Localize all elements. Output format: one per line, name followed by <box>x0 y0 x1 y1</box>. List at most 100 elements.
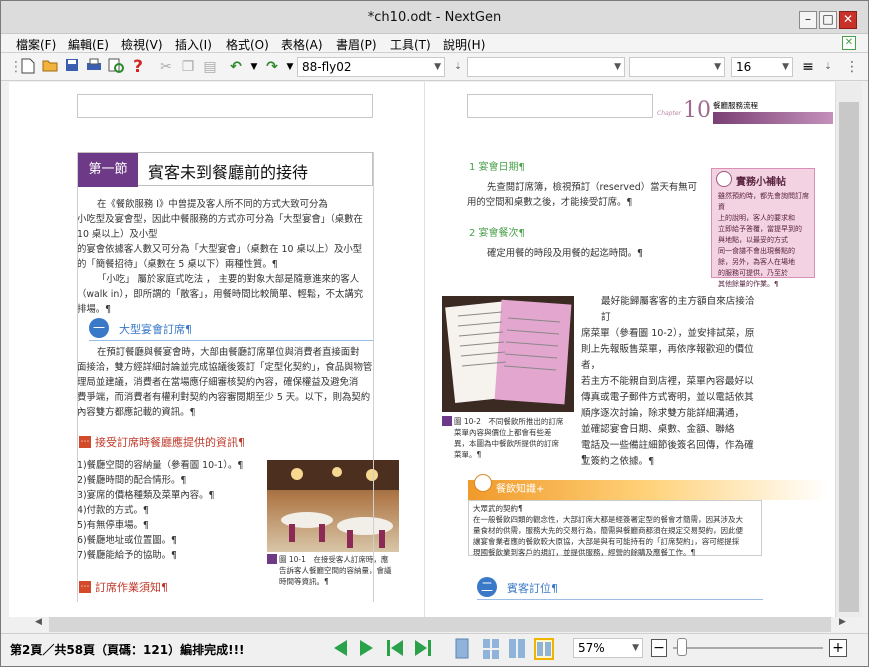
horizontal-scrollbar[interactable] <box>49 617 831 632</box>
menu-paragraph[interactable]: 最好能歸屬客客的主方額自來店接洽訂 席菜單（參看圖 10-2），並安排試菜，原 … <box>581 294 763 470</box>
zoom-value: 57% <box>578 641 605 655</box>
undo-icon[interactable]: ↶ <box>227 58 245 76</box>
figure-caption-10-2[interactable]: 圖 10-2 不同餐飲所推出的訂席 菜單內容與價位上都會有些差 異，本圖為中餐飲… <box>454 416 576 460</box>
menu-tools[interactable]: 工具(T) <box>390 36 431 53</box>
align-dropdown-icon[interactable]: ⇣ <box>819 58 837 76</box>
zoom-select[interactable]: 57% ▼ <box>573 638 643 658</box>
paragraph-mark: ¶ <box>581 454 587 465</box>
font-size-value: 16 <box>736 60 752 74</box>
text-line: 順序逐次討論，除求雙方能詳細溝通， <box>581 408 745 419</box>
close-document-button[interactable]: ✕ <box>842 36 856 50</box>
cut-icon[interactable]: ✂ <box>157 58 175 76</box>
sub-number-badge: 二 <box>477 577 497 597</box>
prev-page-icon[interactable] <box>331 638 351 660</box>
paragraph-style-select[interactable]: 88-fly02 ▼ <box>297 57 445 77</box>
next-page-icon[interactable] <box>357 638 377 660</box>
knowledge-line: 大眾武的契約¶ <box>473 504 523 513</box>
menu-format[interactable]: 格式(O) <box>226 36 269 53</box>
book-view-icon[interactable] <box>507 638 527 660</box>
save-icon[interactable] <box>63 58 81 76</box>
figure-caption-10-1[interactable]: 圖 10-1 在接受客人訂席時，應 告訴客人餐廳空間的容納量，會議 時間等資訊。… <box>279 554 403 587</box>
menu-table[interactable]: 表格(A) <box>281 36 323 53</box>
scroll-left-icon[interactable]: ◀ <box>31 617 46 632</box>
font-style-select[interactable]: ▼ <box>629 57 725 77</box>
banquet-meal-text[interactable]: 確定用餐的時段及用餐的起迄時間。¶ <box>487 246 717 261</box>
chef-icon <box>474 474 492 492</box>
help-icon[interactable]: ? <box>129 58 147 76</box>
booking-paragraph[interactable]: 在預訂餐廳與餐宴會時，大部由餐廳訂席單位與消費者直接面對 面接洽，雙方經詳細討論… <box>77 345 373 420</box>
first-page-icon[interactable] <box>385 638 405 660</box>
undo-dropdown-icon[interactable]: ▼ <box>245 58 263 76</box>
menu-edit[interactable]: 編輯(E) <box>68 36 109 53</box>
close-button[interactable]: ✕ <box>839 11 857 29</box>
text-line: 理局並建議，消費者在當場應仔細審核契約內容，確保權益及避免消 <box>77 377 359 388</box>
toolbar-more-icon[interactable]: ⋮ <box>843 58 861 76</box>
text-line: 在《餐飲服務 I》中曾提及客人所不同的方式大致可分為 <box>97 199 328 210</box>
info-list[interactable]: 1)餐廳空間的容納量（參看圖 10-1）。¶ 2)餐廳時間的配合情形。¶ 3)宴… <box>77 458 267 563</box>
zoom-in-button[interactable]: + <box>829 639 847 657</box>
toolbar: ⋮ ? ✂ ❐ ▤ ↶ ▼ ↷ ▼ 88-fly02 ▼ ⇣ ▼ ▼ 16 ▼ … <box>1 53 868 81</box>
menu-header[interactable]: 書眉(P) <box>336 36 377 53</box>
red-square-icon: ⋯ <box>79 581 91 593</box>
chapter-name: 餐廳服務流程 <box>713 101 758 110</box>
vertical-scrollbar[interactable] <box>835 82 862 617</box>
scroll-thumb[interactable] <box>839 102 859 612</box>
text-line: 電話及一些備註細節後簽名回傳，作為確 <box>581 440 754 451</box>
list-item: 5)有無停車場。¶ <box>77 520 149 531</box>
menu-photo[interactable] <box>442 296 574 412</box>
text-line: 最好能歸屬客客的主方額自來店接洽訂 <box>601 296 755 323</box>
font-size-select[interactable]: 16 ▼ <box>731 57 793 77</box>
scroll-right-icon[interactable]: ▶ <box>835 617 850 632</box>
spread-view-icon[interactable] <box>534 638 554 660</box>
text-line: 內容雙方都應記載的資訊。¶ <box>77 407 196 418</box>
text-line: 費爭端，而消費者有權利對契約內容審閱期至少 5 天。以下，則為契約 <box>77 392 371 403</box>
text-line: 在預訂餐廳與餐宴會時，大部由餐廳訂席單位與消費者直接面對 <box>97 347 360 358</box>
text-line: 立簽約之依據。¶ <box>581 456 655 467</box>
zoom-slider-track[interactable] <box>673 647 823 649</box>
toolbar-overflow-icon[interactable]: ⇣ <box>449 58 467 76</box>
section-title: 賓客未到餐廳前的接待 <box>148 163 309 182</box>
text-line: 用的空間和桌數之後，才能接受訂席。¶ <box>467 197 633 208</box>
subheading-booking-notes: 訂席作業須知¶ <box>95 581 168 594</box>
new-document-icon[interactable] <box>19 58 37 76</box>
redo-icon[interactable]: ↷ <box>263 58 281 76</box>
chef-icon <box>716 171 732 187</box>
zoom-out-button[interactable]: − <box>651 639 667 657</box>
text-line: 小吃型及宴會型，因此中餐服務的方式亦可分為「大型宴會」（桌數在 10 桌以上）及… <box>77 214 363 240</box>
open-folder-icon[interactable] <box>41 58 59 76</box>
print-icon[interactable] <box>85 58 103 76</box>
knowledge-banner: 餐飲知識+ <box>468 480 828 500</box>
document-canvas[interactable]: 第一節 賓客未到餐廳前的接待 在《餐飲服務 I》中曾提及客人所不同的方式大致可分… <box>9 82 835 617</box>
zoom-slider-handle[interactable] <box>677 638 687 656</box>
left-header-box <box>77 94 373 118</box>
banquet-date-paragraph[interactable]: 先查閱訂席簿，檢視預訂（reserved）當天有無可 用的空間和桌數之後，才能接… <box>467 180 717 210</box>
align-left-icon[interactable]: ≡ <box>799 58 817 76</box>
right-header-box <box>467 94 653 118</box>
tip-line: 立即給予答覆，當提早到的 <box>718 225 802 233</box>
multi-page-view-icon[interactable] <box>481 638 501 660</box>
copy-icon[interactable]: ❐ <box>179 58 197 76</box>
minimize-button[interactable]: – <box>799 11 817 29</box>
divider <box>89 340 373 341</box>
maximize-button[interactable]: □ <box>819 11 837 29</box>
menu-insert[interactable]: 插入(I) <box>175 36 212 53</box>
chapter-header: Chapter 10 餐廳服務流程 <box>657 98 833 126</box>
menu-view[interactable]: 檢視(V) <box>121 36 163 53</box>
single-page-view-icon[interactable] <box>453 638 473 660</box>
menu-help[interactable]: 說明(H) <box>443 36 485 53</box>
font-name-select[interactable]: ▼ <box>467 57 625 77</box>
preview-icon[interactable] <box>107 58 125 76</box>
list-item: 6)餐廳地址或位置圖。¶ <box>77 535 177 546</box>
text-line: 則上先報販售菜單，再依序報歡迎的價位者， <box>581 344 754 371</box>
knowledge-line: 量食材的供需，服務大先的交易行為，簡需與餐廳商都須在規定交易契約，因此便 <box>473 526 743 535</box>
practice-tip-box[interactable]: 實務小補帖 雖然預約時，都先會詢問訂席資 上的說明，客人的要求和 立即給予答覆，… <box>711 168 815 288</box>
text-line: 的宴會依據客人數又可分為「大型宴會」（桌數在 10 桌以上）及小型 <box>77 244 363 255</box>
last-page-icon[interactable] <box>413 638 433 660</box>
paste-icon[interactable]: ▤ <box>201 58 219 76</box>
restaurant-photo[interactable] <box>267 460 399 552</box>
intro-paragraph[interactable]: 在《餐飲服務 I》中曾提及客人所不同的方式大致可分為 小吃型及宴會型，因此中餐服… <box>77 197 373 317</box>
menu-file[interactable]: 檔案(F) <box>16 36 56 53</box>
knowledge-box[interactable]: 大眾武的契約¶ 在一般餐飲四類的觀念性，大部訂席大都是經簽署定型的餐會才簡需，因… <box>468 500 762 557</box>
chapter-band <box>713 112 833 124</box>
text-line: 席菜單（參看圖 10-2），並安排試菜，原 <box>581 328 755 339</box>
